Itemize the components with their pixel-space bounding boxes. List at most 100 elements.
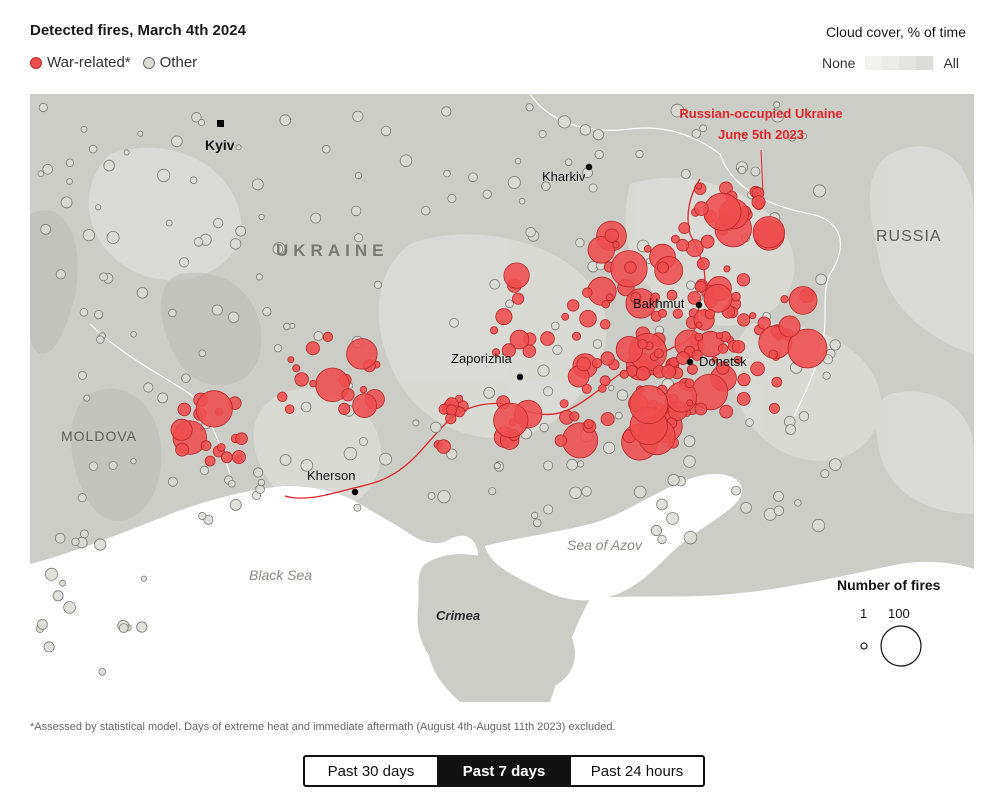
donetsk-marker	[686, 358, 694, 366]
toggle-past-30-days[interactable]: Past 30 days	[305, 757, 437, 785]
other-fire-dot	[108, 460, 118, 470]
other-fire-dot	[213, 218, 224, 229]
war-fire-dot	[736, 273, 751, 287]
other-fire-dot	[168, 308, 177, 318]
other-fire-dot	[380, 125, 392, 137]
other-fire-dot	[95, 335, 105, 344]
war-fire-dot	[751, 195, 766, 210]
other-fire-dot	[539, 422, 549, 433]
war-fire-dot	[694, 201, 709, 216]
war-fire-dot	[695, 321, 703, 329]
war-fire-dot	[287, 356, 295, 364]
other-fire-dot	[681, 169, 691, 179]
other-fire-dot	[592, 129, 605, 141]
other-fire-dot	[822, 371, 831, 380]
toggle-past-7-days[interactable]: Past 7 days	[437, 757, 570, 785]
war-fire-dot	[598, 384, 607, 393]
label-occupied-line2: June 5th 2023	[718, 127, 804, 142]
other-fire-dot	[283, 322, 291, 331]
other-fire-dot	[274, 344, 283, 353]
fire-map[interactable]: Kyiv Kharkiv Bakhmut Zaporizhia Donetsk …	[30, 94, 974, 702]
other-fire-dot	[279, 454, 292, 466]
other-fire-dot	[343, 446, 358, 461]
other-fire-dot	[552, 344, 563, 355]
legend-war-label: War-related*	[47, 54, 131, 71]
other-fire-dot	[828, 458, 842, 471]
other-fire-dot	[235, 225, 247, 237]
other-fire-dot	[181, 373, 191, 383]
war-fire-dot	[195, 390, 233, 428]
other-fire-dot	[794, 499, 802, 507]
war-fire-dot	[292, 364, 301, 373]
war-fire-dot	[338, 402, 351, 415]
other-fire-dot	[313, 331, 324, 341]
war-fire-dot	[624, 261, 637, 274]
toggle-past-24-hours[interactable]: Past 24 hours	[570, 757, 703, 785]
label-russia: RUSSIA	[876, 228, 942, 245]
war-fire-dot	[719, 404, 734, 419]
other-fire-dot	[140, 575, 148, 582]
war-fire-dot	[352, 393, 378, 419]
other-fire-dot	[123, 149, 130, 156]
other-fire-dot	[44, 567, 58, 581]
war-fire-dot	[572, 331, 582, 341]
other-fire-dot	[59, 579, 66, 587]
war-fire-dot	[752, 216, 785, 249]
other-fire-dot	[740, 501, 752, 514]
other-fire-dot	[65, 158, 75, 167]
other-fire-dot	[60, 196, 73, 209]
war-fire-dot	[277, 391, 288, 403]
other-fire-dot	[785, 424, 796, 435]
other-fire-dot	[531, 511, 539, 519]
war-fire-dot	[359, 385, 368, 394]
war-fire-dot	[591, 357, 603, 369]
city-label-kharkiv: Kharkiv	[542, 169, 586, 184]
war-fire-dot	[703, 192, 742, 231]
war-fire-dot	[346, 338, 378, 370]
war-fire-dot	[235, 432, 248, 446]
war-fire-dot	[220, 451, 233, 464]
war-fire-dot	[717, 343, 729, 354]
war-fire-dot	[778, 315, 801, 338]
war-fire-dot	[629, 385, 669, 425]
other-fire-dot	[447, 193, 457, 203]
footnote: *Assessed by statistical model. Days of …	[30, 721, 616, 733]
other-fire-dot	[55, 269, 66, 280]
cloud-cover-title: Cloud cover, % of time	[825, 24, 966, 40]
kherson-marker	[351, 488, 359, 496]
other-fire-dot	[820, 469, 830, 479]
war-fire-dot	[284, 404, 295, 415]
cloud-min-label: None	[821, 55, 856, 71]
war-fire-dot	[619, 369, 629, 379]
war-fire-dot	[445, 404, 458, 416]
war-fire-dot	[700, 234, 715, 249]
war-fire-dot	[788, 286, 818, 315]
other-fire-dot	[430, 421, 442, 434]
cloud-cover-scale: None All	[822, 55, 959, 71]
other-fire-dot	[189, 176, 198, 184]
other-fire-dot	[88, 461, 99, 471]
other-fire-dot	[66, 178, 73, 185]
other-fire-dot	[63, 601, 76, 614]
other-fire-dot	[118, 623, 129, 633]
other-fire-dot	[635, 149, 644, 159]
other-fire-dot	[576, 460, 585, 468]
war-fire-dot	[687, 363, 698, 375]
other-fire-dot	[592, 339, 603, 349]
other-fire-dot	[40, 223, 52, 235]
other-fire-dot	[437, 490, 451, 504]
war-fire-dot	[583, 418, 594, 429]
other-fire-dot	[358, 436, 368, 446]
other-fire-dot	[251, 178, 264, 191]
other-fire-dot	[608, 384, 615, 392]
other-fire-dot	[614, 411, 623, 420]
other-fire-dot	[594, 149, 604, 160]
time-range-toggle[interactable]: Past 30 days Past 7 days Past 24 hours	[303, 755, 705, 787]
other-fire-dot	[136, 621, 148, 633]
other-fire-dot	[745, 418, 754, 427]
other-fire-dot	[813, 184, 827, 198]
other-fire-dot	[616, 389, 629, 401]
war-fire-dot	[600, 412, 615, 427]
other-fire-dot	[130, 458, 137, 465]
war-fire-dot	[731, 291, 741, 302]
